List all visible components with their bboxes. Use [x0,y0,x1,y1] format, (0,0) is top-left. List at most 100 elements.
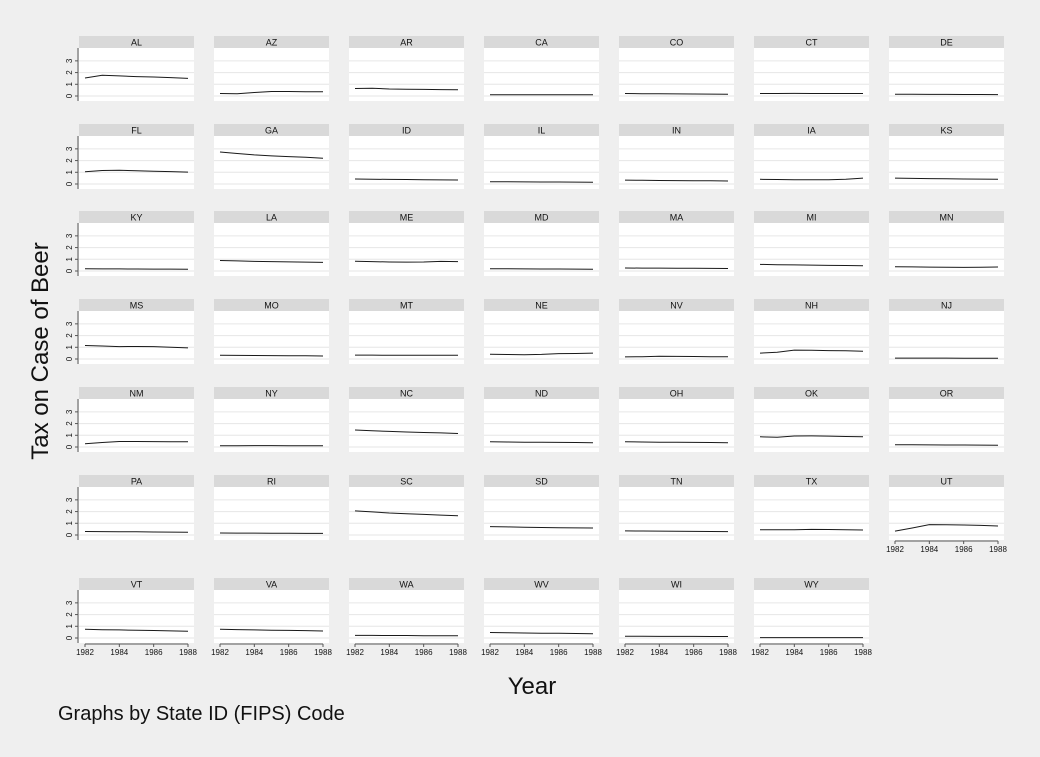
panel-ne: NE [484,299,599,364]
plot-area [889,136,1004,189]
x-tick-label: 1986 [685,648,703,657]
panel-title: MO [264,301,279,311]
x-tick-label: 1988 [989,545,1007,554]
y-tick-label: 0 [65,444,74,449]
x-tick-label: 1982 [886,545,904,554]
panel-mn: MN [889,211,1004,276]
panel-ok: OK [754,387,869,452]
panel-ut: UT 1982 1984 1986 1988 [886,475,1007,554]
series-line-md [489,268,594,270]
x-tick-label: 1988 [179,648,197,657]
panel-ct: CT [754,36,869,101]
panel-title: SC [400,477,413,487]
plot-area [889,223,1004,276]
panel-title: NV [670,301,683,311]
plot-area [214,399,329,452]
x-tick-label: 1984 [785,648,803,657]
panel-title: KS [940,126,952,136]
x-tick-label: 1982 [346,648,364,657]
plot-area [349,48,464,101]
chart-svg: Tax on Case of Beer Year AL 0 1 2 3 AZ AR CA CO C… [27,36,1007,700]
panel-title: IN [672,126,681,136]
panel-title: DE [940,38,953,48]
panel-title: NH [805,301,818,311]
panel-co: CO [619,36,734,101]
panel-title: CT [806,38,818,48]
panel-title: NJ [941,301,952,311]
panel-ia: IA [754,124,869,189]
y-tick-label: 3 [65,600,74,605]
plot-area [754,399,869,452]
panel-tx: TX [754,475,869,540]
plot-area [79,136,194,189]
panel-ca: CA [484,36,599,101]
plot-area [484,487,599,540]
panel-title: AZ [266,38,278,48]
y-tick-label: 0 [65,356,74,361]
panel-title: SD [535,477,548,487]
panel-ri: RI [214,475,329,540]
y-tick-label: 3 [65,321,74,326]
x-tick-label: 1986 [415,648,433,657]
series-line-il [489,181,594,183]
panel-title: NM [130,389,144,399]
y-tick-label: 2 [65,333,74,338]
panel-il: IL [484,124,599,189]
panel-title: OK [805,389,818,399]
plot-area [754,223,869,276]
plot-area [889,311,1004,364]
plot-area [619,487,734,540]
x-tick-label: 1986 [550,648,568,657]
panel-title: AL [131,38,142,48]
plot-area [214,223,329,276]
series-line-or [894,444,999,446]
panel-title: WA [399,580,413,590]
plot-area [79,311,194,364]
y-tick-label: 1 [65,345,74,350]
panel-oh: OH [619,387,734,452]
panel-nm: NM 0 1 2 3 [65,387,194,452]
panel-title: MA [670,213,684,223]
plot-area [79,590,194,643]
x-axis-label: Year [508,673,557,700]
y-tick-label: 2 [65,612,74,617]
plot-area [79,399,194,452]
plot-area [889,399,1004,452]
x-tick-label: 1982 [616,648,634,657]
plot-area [619,590,734,643]
y-tick-label: 3 [65,233,74,238]
plot-area [484,399,599,452]
plot-area [484,136,599,189]
panel-title: MN [940,213,954,223]
panel-title: FL [131,126,142,136]
panel-nj: NJ [889,299,1004,364]
plot-area [484,311,599,364]
x-tick-label: 1984 [380,648,398,657]
panel-title: MI [807,213,817,223]
y-tick-label: 2 [65,509,74,514]
panel-ar: AR [349,36,464,101]
x-tick-label: 1986 [820,648,838,657]
y-tick-label: 3 [65,146,74,151]
panel-title: PA [131,477,142,487]
y-tick-label: 2 [65,421,74,426]
plot-area [754,487,869,540]
panel-in: IN [619,124,734,189]
y-tick-label: 1 [65,82,74,87]
panel-mo: MO [214,299,329,364]
panel-or: OR [889,387,1004,452]
panel-title: IL [538,126,546,136]
panel-nh: NH [754,299,869,364]
panel-nd: ND [484,387,599,452]
y-tick-label: 3 [65,409,74,414]
plot-area [349,136,464,189]
panel-title: VA [266,580,277,590]
panel-title: LA [266,213,277,223]
panel-id: ID [349,124,464,189]
panel-title: MD [535,213,549,223]
plot-area [619,48,734,101]
x-tick-label: 1986 [955,545,973,554]
panel-sc: SC [349,475,464,540]
panel-al: AL 0 1 2 3 [65,36,194,101]
panel-ks: KS [889,124,1004,189]
